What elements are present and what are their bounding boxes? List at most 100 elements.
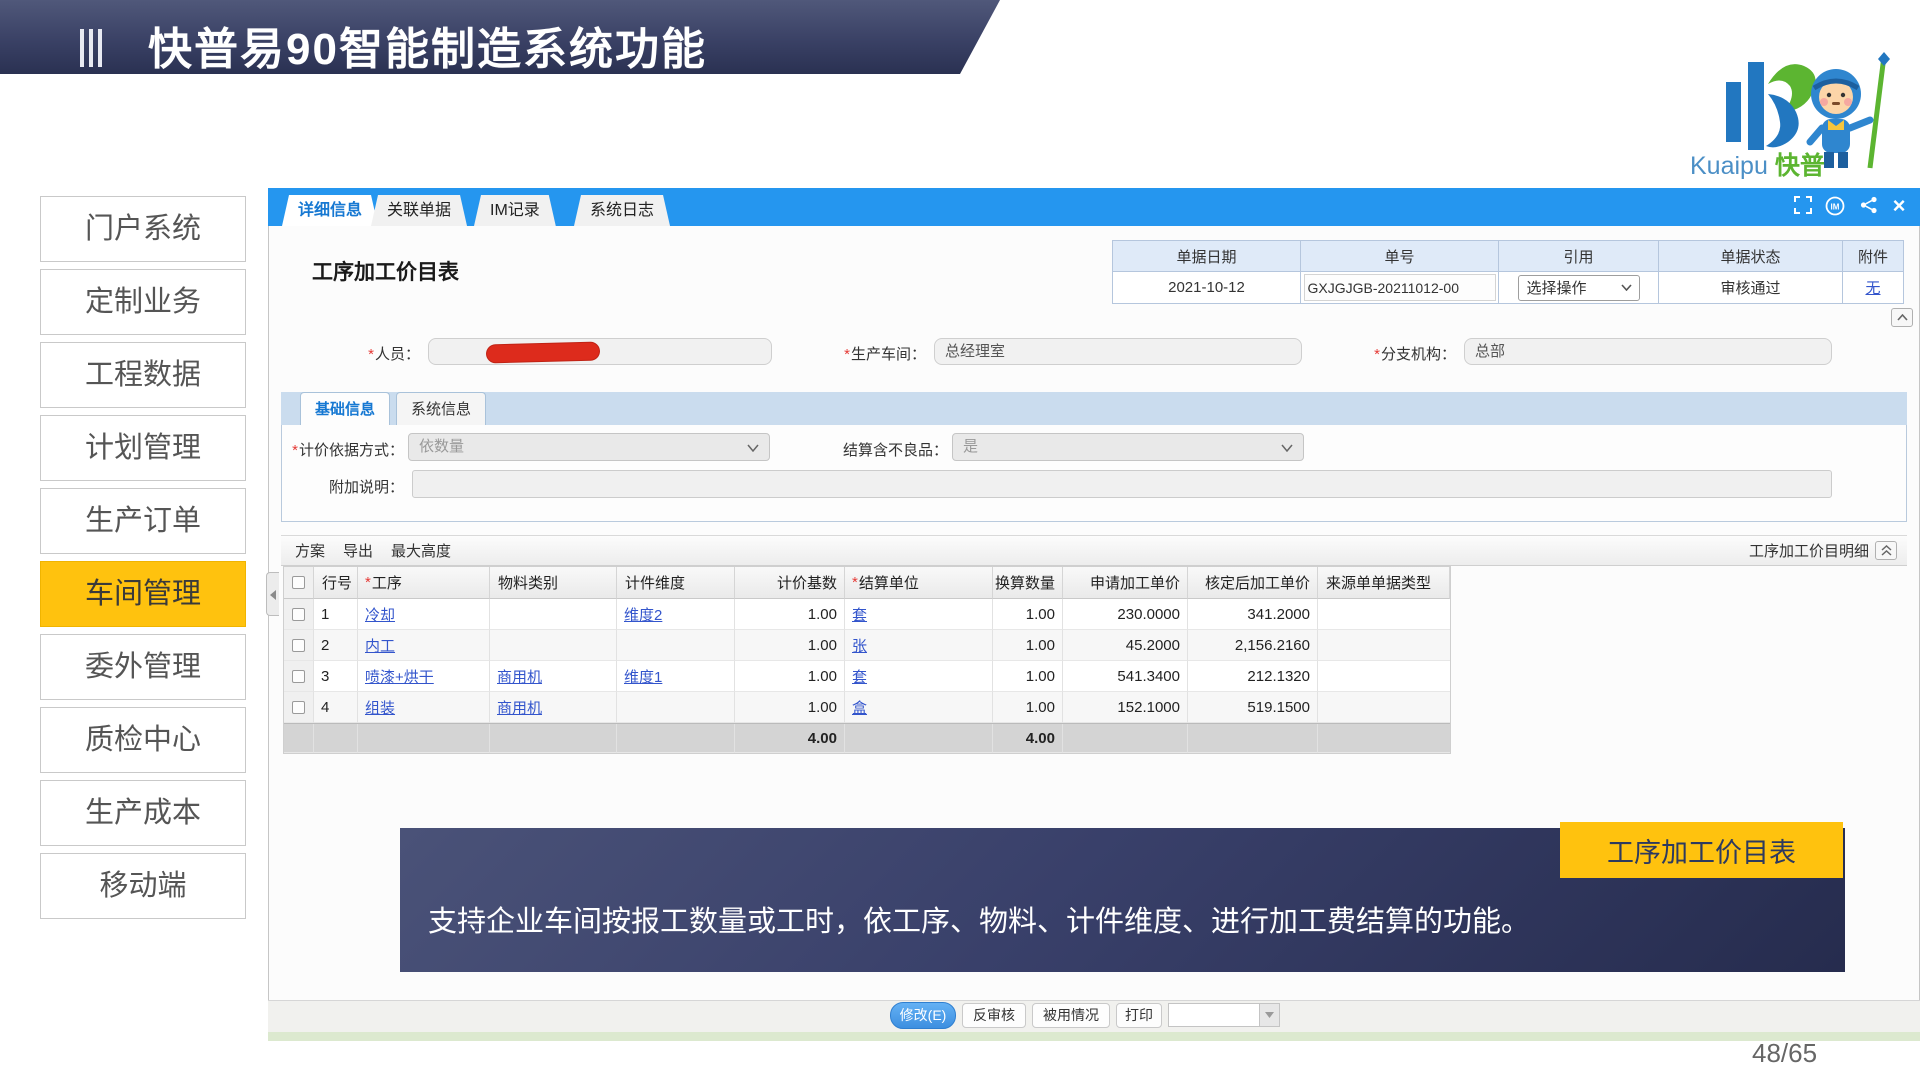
close-icon[interactable]: ×: [1888, 196, 1910, 218]
cell-approved-price: 212.1320: [1188, 661, 1318, 692]
info-header-number: 单号: [1301, 241, 1499, 272]
grid-total-row: 4.00 4.00: [284, 723, 1450, 753]
cell-approved-price: 2,156.2160: [1188, 630, 1318, 661]
sidebar-item-outsourcing[interactable]: 委外管理: [40, 634, 246, 700]
sidebar-item-production-order[interactable]: 生产订单: [40, 488, 246, 554]
grid-collapse-button[interactable]: [1875, 541, 1897, 560]
include-defect-label: 结算含不良品：: [822, 439, 948, 460]
col-source-doc-type: 来源单单据类型: [1318, 567, 1450, 599]
im-icon[interactable]: IM: [1824, 196, 1846, 218]
bottom-green-strip: [268, 1032, 1920, 1041]
toolbar-max-height-link[interactable]: 最大高度: [391, 540, 451, 561]
tab-detail-info[interactable]: 详细信息: [282, 195, 378, 226]
unit-link[interactable]: 张: [852, 635, 867, 656]
document-number: GXJGJGB-20211012-00: [1304, 274, 1496, 301]
sidebar-item-mobile[interactable]: 移动端: [40, 853, 246, 919]
fullscreen-icon[interactable]: [1792, 196, 1814, 218]
cell-source-type: [1318, 661, 1450, 692]
sidebar-item-workshop-management[interactable]: 车间管理: [40, 561, 246, 627]
info-value-row: 2021-10-12 GXJGJGB-20211012-00 选择操作 审核通过…: [1113, 272, 1903, 303]
branch-label: *分支机构：: [1318, 343, 1456, 364]
sidebar-item-custom-business[interactable]: 定制业务: [40, 269, 246, 335]
tab-related-documents[interactable]: 关联单据: [371, 195, 467, 226]
sidebar-item-production-cost[interactable]: 生产成本: [40, 780, 246, 846]
left-arrow-icon: [270, 590, 276, 600]
sidebar-item-qc-center[interactable]: 质检中心: [40, 707, 246, 773]
required-mark: *: [368, 346, 374, 363]
attachment-link[interactable]: 无: [1865, 277, 1880, 298]
grid-panel-title: 工序加工价目明细: [1749, 540, 1869, 561]
pricing-basis-select[interactable]: 依数量: [408, 433, 770, 461]
footer-dropdown[interactable]: [1168, 1003, 1280, 1027]
cell-applied-price: 152.1000: [1063, 692, 1188, 723]
grid-toolbar: 方案 导出 最大高度 工序加工价目明细: [281, 535, 1907, 566]
reference-select[interactable]: 选择操作: [1518, 275, 1640, 301]
process-link[interactable]: 喷漆+烘干: [365, 666, 434, 687]
workshop-input[interactable]: 总经理室: [934, 338, 1302, 365]
row-checkbox[interactable]: [292, 701, 305, 714]
row-checkbox[interactable]: [292, 639, 305, 652]
cell-conversion-qty: 1.00: [993, 692, 1063, 723]
info-header-status: 单据状态: [1659, 241, 1843, 272]
material-link[interactable]: 商用机: [497, 697, 542, 718]
cell-row-no: 1: [314, 599, 358, 630]
process-link[interactable]: 冷却: [365, 604, 395, 625]
toolbar-scheme-link[interactable]: 方案: [295, 540, 325, 561]
required-mark: *: [1374, 346, 1380, 363]
person-input[interactable]: [428, 338, 772, 365]
required-mark: *: [844, 346, 850, 363]
branch-input[interactable]: 总部: [1464, 338, 1832, 365]
document-info-table: 单据日期 单号 引用 单据状态 附件 2021-10-12 GXJGJGB-20…: [1112, 240, 1904, 304]
cell-row-no: 4: [314, 692, 358, 723]
share-icon[interactable]: [1858, 196, 1880, 218]
tab-system-log[interactable]: 系统日志: [574, 195, 670, 226]
col-pricing-base: 计价基数: [735, 567, 845, 599]
material-link[interactable]: 商用机: [497, 666, 542, 687]
unapprove-button[interactable]: 反审核: [962, 1003, 1026, 1028]
chevron-down-icon: [747, 444, 759, 452]
grid-header-row: 行号 *工序 物料类别 计件维度 计价基数 *结算单位 换算数量 申请加工单价 …: [284, 567, 1450, 599]
cell-source-type: [1318, 599, 1450, 630]
header-collapse-button[interactable]: [1891, 308, 1913, 327]
include-defect-select[interactable]: 是: [952, 433, 1304, 461]
banner-description: 支持企业车间按报工数量或工时，依工序、物料、计件维度、进行加工费结算的功能。: [428, 898, 1530, 940]
document-date: 2021-10-12: [1113, 272, 1301, 303]
info-header-date: 单据日期: [1113, 241, 1301, 272]
dimension-link[interactable]: 维度1: [624, 666, 662, 687]
unit-link[interactable]: 盒: [852, 697, 867, 718]
process-link[interactable]: 内工: [365, 635, 395, 656]
total-conversion-qty: 4.00: [993, 724, 1063, 753]
document-status: 审核通过: [1659, 272, 1843, 303]
sidebar-collapse-handle[interactable]: [266, 572, 279, 616]
select-all-checkbox[interactable]: [292, 576, 305, 589]
toolbar-export-link[interactable]: 导出: [343, 540, 373, 561]
print-button[interactable]: 打印: [1116, 1003, 1162, 1028]
brand-name: Kuaipu 快普: [1690, 146, 1825, 182]
sidebar-item-engineering-data[interactable]: 工程数据: [40, 342, 246, 408]
cell-source-type: [1318, 692, 1450, 723]
im-icon-text: IM: [1831, 203, 1840, 212]
row-checkbox[interactable]: [292, 608, 305, 621]
row-checkbox[interactable]: [292, 670, 305, 683]
cell-pricing-base: 1.00: [735, 692, 845, 723]
dropdown-arrow-icon: [1259, 1004, 1279, 1026]
subtab-basic-info[interactable]: 基础信息: [300, 392, 390, 425]
triple-bars-icon: [80, 29, 102, 67]
col-settlement-unit: *结算单位: [845, 567, 993, 599]
sidebar-item-plan-management[interactable]: 计划管理: [40, 415, 246, 481]
col-approved-price: 核定后加工单价: [1188, 567, 1318, 599]
dimension-link[interactable]: 维度2: [624, 604, 662, 625]
modify-button[interactable]: 修改(E): [890, 1002, 956, 1029]
unit-link[interactable]: 套: [852, 604, 867, 625]
usage-button[interactable]: 被用情况: [1032, 1003, 1110, 1028]
process-link[interactable]: 组装: [365, 697, 395, 718]
slide-page: 快普易90智能制造系统功能 K: [0, 0, 1920, 1080]
subtab-system-info[interactable]: 系统信息: [396, 392, 486, 425]
sidebar-item-portal[interactable]: 门户系统: [40, 196, 246, 262]
pricing-basis-value: 依数量: [419, 438, 464, 455]
col-process: *工序: [358, 567, 490, 599]
note-textarea[interactable]: [412, 470, 1832, 498]
banner-tag: 工序加工价目表: [1560, 822, 1843, 878]
unit-link[interactable]: 套: [852, 666, 867, 687]
tab-im-records[interactable]: IM记录: [474, 195, 556, 226]
